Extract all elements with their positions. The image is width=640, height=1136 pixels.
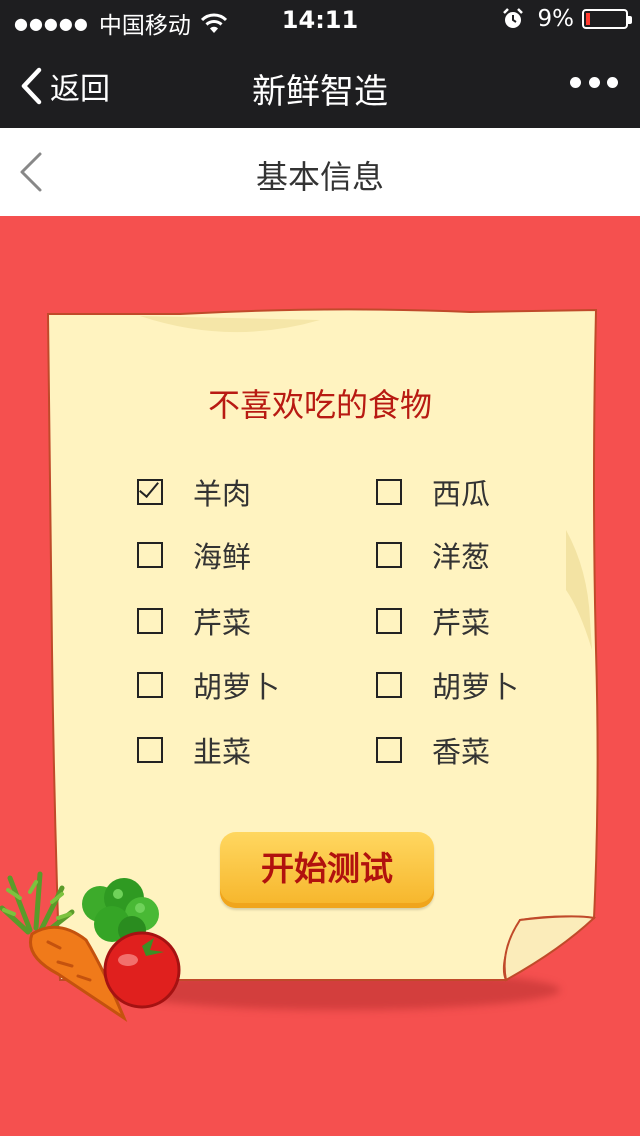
sub-header: 基本信息 bbox=[0, 128, 640, 216]
option-item[interactable]: 芹菜 bbox=[137, 601, 251, 641]
alarm-icon bbox=[502, 8, 523, 28]
option-checkbox[interactable] bbox=[137, 608, 163, 634]
option-checkbox[interactable] bbox=[376, 608, 402, 634]
option-item[interactable]: 洋葱 bbox=[376, 535, 490, 575]
battery-icon bbox=[582, 9, 632, 29]
option-item[interactable]: 羊肉 bbox=[137, 472, 251, 512]
option-label: 芹菜 bbox=[193, 606, 252, 640]
option-checkbox[interactable] bbox=[137, 737, 163, 763]
option-item[interactable]: 西瓜 bbox=[376, 472, 490, 512]
option-label: 西瓜 bbox=[432, 477, 491, 511]
option-label: 海鲜 bbox=[193, 540, 252, 574]
option-checkbox[interactable] bbox=[376, 479, 402, 505]
option-item[interactable]: 香菜 bbox=[376, 730, 490, 770]
option-label: 胡萝卜 bbox=[432, 670, 520, 704]
status-bar: ●●●●● 中国移动 14:11 9% bbox=[0, 0, 640, 40]
more-dot-icon bbox=[607, 76, 618, 88]
more-dot-icon bbox=[570, 76, 581, 88]
option-label: 芹菜 bbox=[432, 606, 491, 640]
option-label: 胡萝卜 bbox=[193, 670, 281, 704]
more-button[interactable] bbox=[570, 70, 618, 94]
carrot-leaves-icon bbox=[0, 871, 75, 937]
option-checkbox[interactable] bbox=[376, 542, 402, 568]
option-label: 韭菜 bbox=[193, 735, 252, 769]
battery-percent: 9% bbox=[537, 6, 575, 32]
option-item[interactable]: 胡萝卜 bbox=[137, 665, 280, 705]
more-dot-icon bbox=[588, 76, 600, 88]
tomato-icon bbox=[103, 931, 181, 1009]
option-item[interactable]: 海鲜 bbox=[137, 535, 251, 575]
option-item[interactable]: 韭菜 bbox=[137, 730, 251, 770]
option-item[interactable]: 胡萝卜 bbox=[376, 665, 519, 705]
option-checkbox[interactable] bbox=[137, 479, 163, 505]
option-label: 香菜 bbox=[432, 735, 491, 769]
page-title: 新鲜智造 bbox=[252, 72, 388, 112]
option-item[interactable]: 芹菜 bbox=[376, 601, 490, 641]
battery-tip bbox=[628, 16, 632, 24]
option-checkbox[interactable] bbox=[137, 542, 163, 568]
option-label: 洋葱 bbox=[432, 540, 491, 574]
section-title: 基本信息 bbox=[255, 158, 384, 196]
vegetables-illustration bbox=[0, 871, 181, 1022]
card-title: 不喜欢吃的食物 bbox=[207, 386, 432, 424]
option-checkbox[interactable] bbox=[137, 672, 163, 698]
option-checkbox[interactable] bbox=[376, 672, 402, 698]
nav-bar: 返回 新鲜智造 bbox=[0, 40, 640, 128]
status-right: 9% bbox=[502, 6, 632, 32]
option-label: 羊肉 bbox=[193, 477, 252, 511]
option-checkbox[interactable] bbox=[376, 737, 402, 763]
start-test-button[interactable]: 开始测试 bbox=[220, 832, 434, 908]
battery-level bbox=[586, 13, 590, 25]
